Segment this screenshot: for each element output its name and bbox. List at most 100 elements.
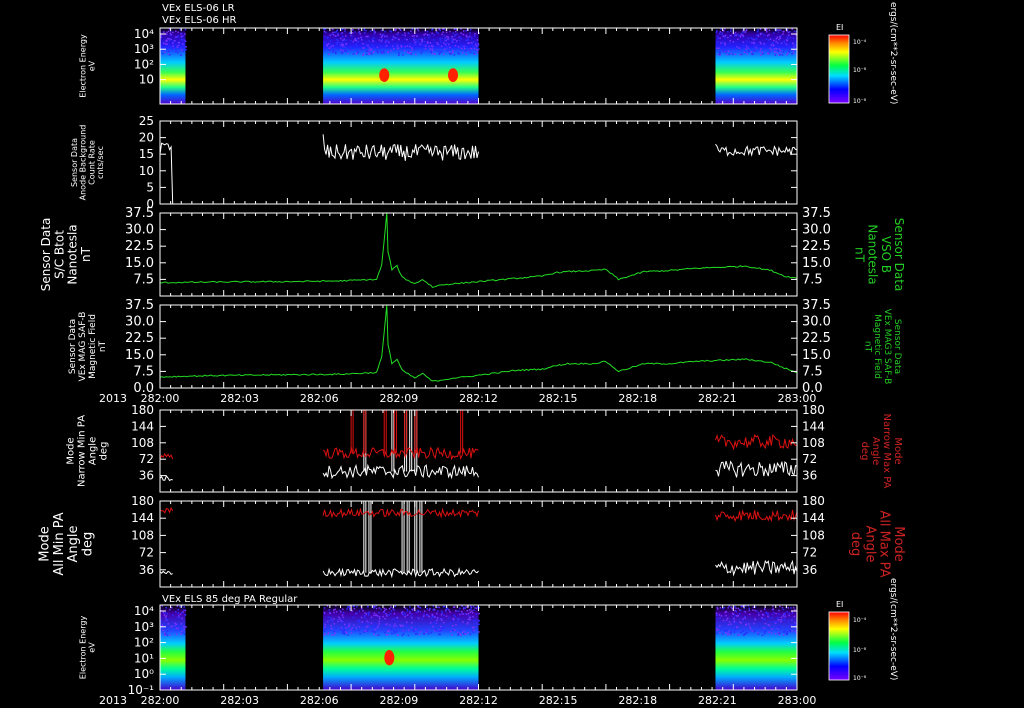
spectrogram-speck [352,616,355,619]
spectrogram-speck [461,610,463,613]
spectrogram-speck [730,34,732,37]
spectrogram-speck [470,608,472,610]
spectrogram-speck [383,51,385,54]
spectrogram-speck [408,52,411,54]
spectrogram-speck [388,630,390,632]
spectrogram-speck [751,53,753,55]
spectrogram-speck [759,50,762,53]
spectrogram-speck [355,39,357,42]
spectrogram-speck [368,40,370,42]
spectrogram-speck [432,605,435,607]
spectrogram-speck [449,52,451,55]
spectrogram-speck [392,608,395,610]
y-axis-label: Magnetic Field [88,314,98,379]
y-axis-label-right: Angle [862,526,877,563]
colorbar-top-units: ergs/(cm**2-sr-sec-eV) [888,2,898,104]
spectrogram-speck [411,617,413,619]
spectrogram-speck [423,610,426,612]
spectrogram-speck [398,54,400,56]
spectrogram-speck [747,50,750,53]
spectrogram-speck [409,45,411,48]
spectrogram-speck [419,606,422,609]
spectrogram-speck [718,47,720,49]
y-tick-label: 36 [139,469,154,483]
spectrogram-speck [760,610,762,612]
panel-btot: 37.5 37.530.0 30.022.5 22.515.0 15.07.5 7.5Se… [39,206,906,297]
spectrogram-speck [719,31,722,33]
y-axis-label: Sensor Data [39,218,53,292]
spectrogram-speck [756,44,758,47]
spectrogram-speck [785,39,788,41]
spectrogram-speck [422,44,424,47]
spectrogram-speck [443,34,446,37]
series-segment [715,143,797,157]
spectrogram-speck [772,42,775,45]
spectrogram-speck [445,31,448,34]
y-tick-label-right: 37.5 [802,298,831,313]
spectrogram-speck [735,34,737,37]
spectrogram-speck [441,33,443,36]
spectrogram-speck [720,42,722,44]
y-tick-label-right: 180 [802,403,825,417]
spectrogram-speck [469,28,472,31]
spectrogram-speck [469,32,471,34]
spectrogram-speck [773,39,775,42]
spectrogram-speck [347,626,350,628]
spectrogram-speck [449,48,451,51]
spectrogram-speck [384,631,386,634]
spectrogram-speck [371,38,374,40]
spectrogram-speck [162,629,164,631]
spectrogram-speck [735,610,738,613]
spectrogram-speck [343,633,346,635]
spectrogram-speck [452,620,455,622]
spectrogram-hotspot [384,650,395,666]
spectrogram-speck [393,632,395,635]
spectrogram-speck [755,37,757,40]
spectrogram-speck [434,622,437,624]
spectrogram-speck [428,615,430,618]
spectrogram-speck [169,34,172,37]
spectrogram-speck [172,614,174,616]
spectrogram-speck [460,623,462,626]
y-axis-label-right: Nanotesla [866,224,880,284]
spectrogram-speck [787,45,790,48]
spectrogram-speck [771,628,773,630]
spectrogram-speck [323,30,326,33]
spectrogram-speck [402,54,404,56]
spectrogram-speck [787,606,790,609]
spectrogram-speck [459,623,461,625]
spectrogram-speck [736,33,739,36]
spectrogram-speck [758,614,760,616]
spectrogram-speck [745,44,748,46]
spectrogram-speck [343,38,345,40]
spectrogram-speck [390,628,393,630]
spectrogram-speck [373,29,375,31]
spectrogram-speck [178,628,181,630]
spectrogram-speck [355,612,358,615]
y-axis-label: deg [80,532,95,557]
spectrogram-speck [406,38,408,41]
y-axis-label: Sensor Data [68,319,78,374]
spectrogram-speck [452,39,455,42]
spectrogram-speck [376,50,378,52]
spectrogram-speck [167,50,170,53]
spectrogram-speck [477,44,480,47]
spectrogram-speck [448,609,450,611]
spectrogram-speck [369,48,372,51]
y-axis-label-right: Angle [870,437,881,465]
spectrogram-speck [473,609,475,611]
spectrogram-speck [330,45,332,48]
spectrogram-speck [733,33,736,36]
spectrogram-speck [168,46,170,48]
spectrogram-speck [439,39,442,41]
spectrogram-speck [178,624,180,627]
spectrogram-speck [402,613,404,616]
spectrogram-speck [335,31,338,33]
spectrogram-speck [355,43,357,46]
spectrogram-speck [722,619,725,622]
spectrogram-speck [384,618,386,620]
spectrogram-speck [774,54,777,56]
spectrogram-speck [179,605,181,608]
spectrogram-speck [166,31,168,34]
spectrogram-speck [745,45,748,48]
